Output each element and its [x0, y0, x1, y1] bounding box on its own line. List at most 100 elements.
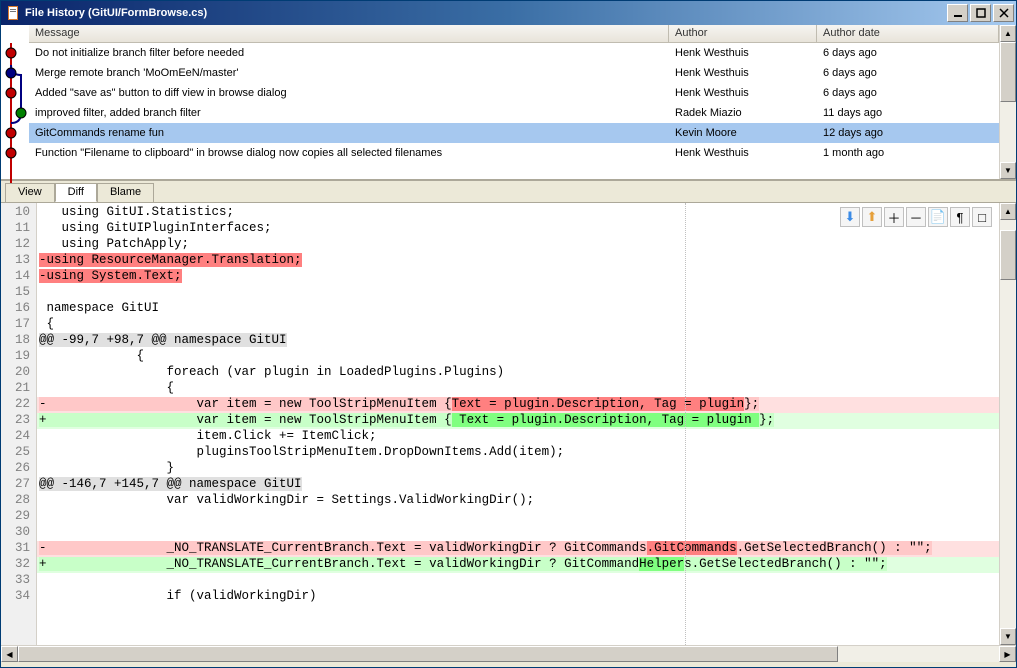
code-line: pluginsToolStripMenuItem.DropDownItems.A…: [37, 445, 999, 461]
maximize-button[interactable]: [970, 4, 991, 22]
code-line: [37, 525, 999, 541]
col-message[interactable]: Message: [29, 25, 669, 42]
code-line: item.Click += ItemClick;: [37, 429, 999, 445]
code-area[interactable]: using GitUI.Statistics; using GitUIPlugi…: [37, 203, 999, 645]
scroll-left-icon[interactable]: ◀: [1, 646, 18, 662]
code-line: {: [37, 349, 999, 365]
scroll-right-icon[interactable]: ▶: [999, 646, 1016, 662]
commit-author: Kevin Moore: [669, 125, 817, 141]
code-line: [37, 573, 999, 589]
line-number: 18: [1, 333, 36, 349]
code-line: namespace GitUI: [37, 301, 999, 317]
code-line: -using ResourceManager.Translation;: [37, 253, 999, 269]
commit-author: Radek Miazio: [669, 105, 817, 121]
code-line: if (validWorkingDir): [37, 589, 999, 605]
editor-toolbar: ⬇⬆＋－📄¶□: [838, 205, 994, 229]
code-line: using PatchApply;: [37, 237, 999, 253]
scroll-thumb[interactable]: [1000, 230, 1016, 280]
line-number: 15: [1, 285, 36, 301]
code-line: {: [37, 381, 999, 397]
increase-context-button[interactable]: ＋: [884, 207, 904, 227]
decrease-context-button[interactable]: －: [906, 207, 926, 227]
prev-diff-button[interactable]: ⬆: [862, 207, 882, 227]
scroll-up-icon[interactable]: ▲: [1000, 25, 1016, 42]
grid-header: Message Author Author date: [29, 25, 999, 43]
scroll-down-icon[interactable]: ▼: [1000, 162, 1016, 179]
commit-message: Merge remote branch 'MoOmEeN/master': [29, 65, 669, 81]
scroll-down-icon[interactable]: ▼: [1000, 628, 1016, 645]
commit-date: 1 month ago: [817, 145, 999, 161]
commit-history: Message Author Author date Do not initia…: [1, 25, 1016, 181]
commit-row[interactable]: Do not initialize branch filter before n…: [29, 43, 999, 63]
app-icon: [5, 5, 21, 21]
line-number: 13: [1, 253, 36, 269]
line-number: 16: [1, 301, 36, 317]
scroll-thumb[interactable]: [1000, 42, 1016, 102]
editor-hscroll[interactable]: ◀ ▶: [1, 645, 1016, 662]
minimize-button[interactable]: [947, 4, 968, 22]
grid-body: Do not initialize branch filter before n…: [29, 43, 999, 179]
line-number: 29: [1, 509, 36, 525]
scroll-up-icon[interactable]: ▲: [1000, 203, 1016, 220]
commit-row[interactable]: Added "save as" button to diff view in b…: [29, 83, 999, 103]
line-number: 14: [1, 269, 36, 285]
line-number: 27: [1, 477, 36, 493]
commit-message: Added "save as" button to diff view in b…: [29, 85, 669, 101]
code-line: - var item = new ToolStripMenuItem {Text…: [37, 397, 999, 413]
diff-editor: 1011121314151617181920212223242526272829…: [1, 203, 1016, 645]
line-number: 17: [1, 317, 36, 333]
commit-scrollbar[interactable]: ▲ ▼: [999, 25, 1016, 179]
scroll-thumb[interactable]: [18, 646, 838, 662]
tab-diff[interactable]: Diff: [55, 183, 97, 202]
code-line: var validWorkingDir = Settings.ValidWork…: [37, 493, 999, 509]
commit-message: GitCommands rename fun: [29, 125, 669, 141]
line-number: 11: [1, 221, 36, 237]
commit-message: improved filter, added branch filter: [29, 105, 669, 121]
line-number: 23: [1, 413, 36, 429]
editor-vscroll[interactable]: ▲ ▼: [999, 203, 1016, 645]
line-number: 25: [1, 445, 36, 461]
commit-message: Function "Filename to clipboard" in brow…: [29, 145, 669, 161]
line-gutter: 1011121314151617181920212223242526272829…: [1, 203, 37, 645]
commit-row[interactable]: improved filter, added branch filterRade…: [29, 103, 999, 123]
commit-date: 11 days ago: [817, 105, 999, 121]
commit-author: Henk Westhuis: [669, 65, 817, 81]
col-date[interactable]: Author date: [817, 25, 999, 42]
code-line: [37, 285, 999, 301]
code-line: foreach (var plugin in LoadedPlugins.Plu…: [37, 365, 999, 381]
window-title: File History (GitUI/FormBrowse.cs): [25, 7, 947, 19]
line-number: 21: [1, 381, 36, 397]
line-number: 24: [1, 429, 36, 445]
commit-row[interactable]: Merge remote branch 'MoOmEeN/master'Henk…: [29, 63, 999, 83]
tab-view[interactable]: View: [5, 183, 55, 202]
next-diff-button[interactable]: ⬇: [840, 207, 860, 227]
commit-row[interactable]: Function "Filename to clipboard" in brow…: [29, 143, 999, 163]
code-line: @@ -99,7 +98,7 @@ namespace GitUI: [37, 333, 999, 349]
whitespace-toggle-button[interactable]: ¶: [950, 207, 970, 227]
window-controls: [947, 4, 1014, 22]
commit-date: 6 days ago: [817, 85, 999, 101]
commit-message: Do not initialize branch filter before n…: [29, 45, 669, 61]
line-number: 19: [1, 349, 36, 365]
commit-author: Henk Westhuis: [669, 85, 817, 101]
titlebar: File History (GitUI/FormBrowse.cs): [1, 1, 1016, 25]
line-number: 30: [1, 525, 36, 541]
close-button[interactable]: [993, 4, 1014, 22]
commit-row[interactable]: GitCommands rename funKevin Moore12 days…: [29, 123, 999, 143]
line-number: 28: [1, 493, 36, 509]
file-icon-button[interactable]: 📄: [928, 207, 948, 227]
tab-bar: ViewDiffBlame: [1, 181, 1016, 203]
options-button[interactable]: □: [972, 207, 992, 227]
commit-author: Henk Westhuis: [669, 45, 817, 61]
line-number: 33: [1, 573, 36, 589]
line-number: 34: [1, 589, 36, 605]
col-author[interactable]: Author: [669, 25, 817, 42]
code-line: @@ -146,7 +145,7 @@ namespace GitUI: [37, 477, 999, 493]
line-number: 31: [1, 541, 36, 557]
commit-date: 12 days ago: [817, 125, 999, 141]
tab-blame[interactable]: Blame: [97, 183, 154, 202]
code-line: + _NO_TRANSLATE_CurrentBranch.Text = val…: [37, 557, 999, 573]
code-line: + var item = new ToolStripMenuItem { Tex…: [37, 413, 999, 429]
line-number: 10: [1, 205, 36, 221]
code-line: [37, 509, 999, 525]
